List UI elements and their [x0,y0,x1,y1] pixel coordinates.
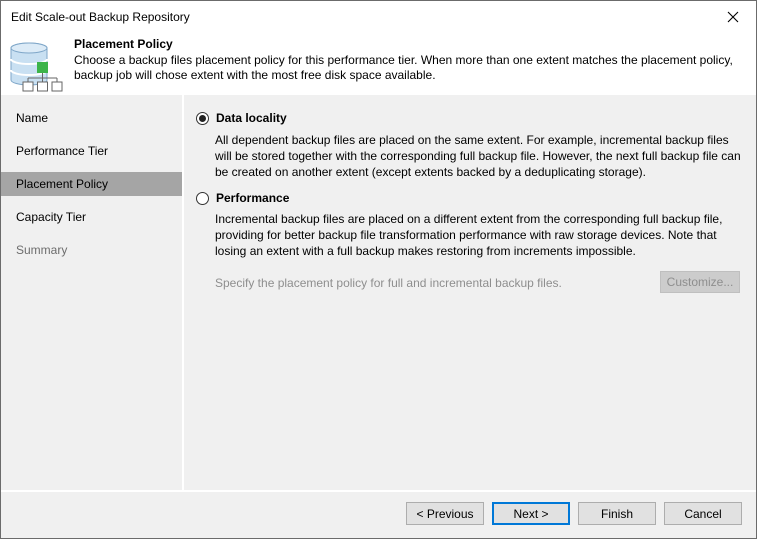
performance-radio[interactable]: Performance [196,191,289,205]
main-panel: Data locality All dependent backup files… [184,95,756,490]
title-bar: Edit Scale-out Backup Repository [1,1,756,33]
step-description: Choose a backup files placement policy f… [74,53,733,82]
sidebar-item-summary: Summary [16,243,68,257]
window-title: Edit Scale-out Backup Repository [11,10,190,24]
data-locality-description: All dependent backup files are placed on… [215,133,741,179]
sidebar-item-capacity-tier[interactable]: Capacity Tier [1,205,182,229]
finish-button[interactable]: Finish [578,502,656,525]
radio-unselected-icon [196,191,209,205]
radio-selected-icon [196,111,209,125]
step-title: Placement Policy [74,37,173,51]
sidebar-item-placement-policy[interactable]: Placement Policy [1,172,182,196]
customize-button[interactable]: Customize... [660,271,740,293]
next-button[interactable]: Next > [492,502,570,525]
database-hierarchy-icon [10,42,63,92]
data-locality-radio[interactable]: Data locality [196,111,287,125]
wizard-footer: < Previous Next > Finish Cancel [1,492,756,538]
sidebar-item-name[interactable]: Name [1,106,182,130]
performance-description: Incremental backup files are placed on a… [215,212,723,258]
wizard-header: Placement Policy Choose a backup files p… [1,33,756,95]
sidebar-item-performance-tier[interactable]: Performance Tier [1,139,182,163]
dialog-window: Edit Scale-out Backup Repository Placeme… [0,0,757,539]
placement-hint: Specify the placement policy for full an… [215,276,562,290]
cancel-button[interactable]: Cancel [664,502,742,525]
previous-button[interactable]: < Previous [406,502,484,525]
close-icon [727,11,739,23]
wizard-steps-sidebar: Name Performance Tier Placement Policy C… [1,95,182,490]
close-button[interactable] [710,1,756,33]
performance-label: Performance [216,191,290,205]
data-locality-label: Data locality [216,111,287,125]
